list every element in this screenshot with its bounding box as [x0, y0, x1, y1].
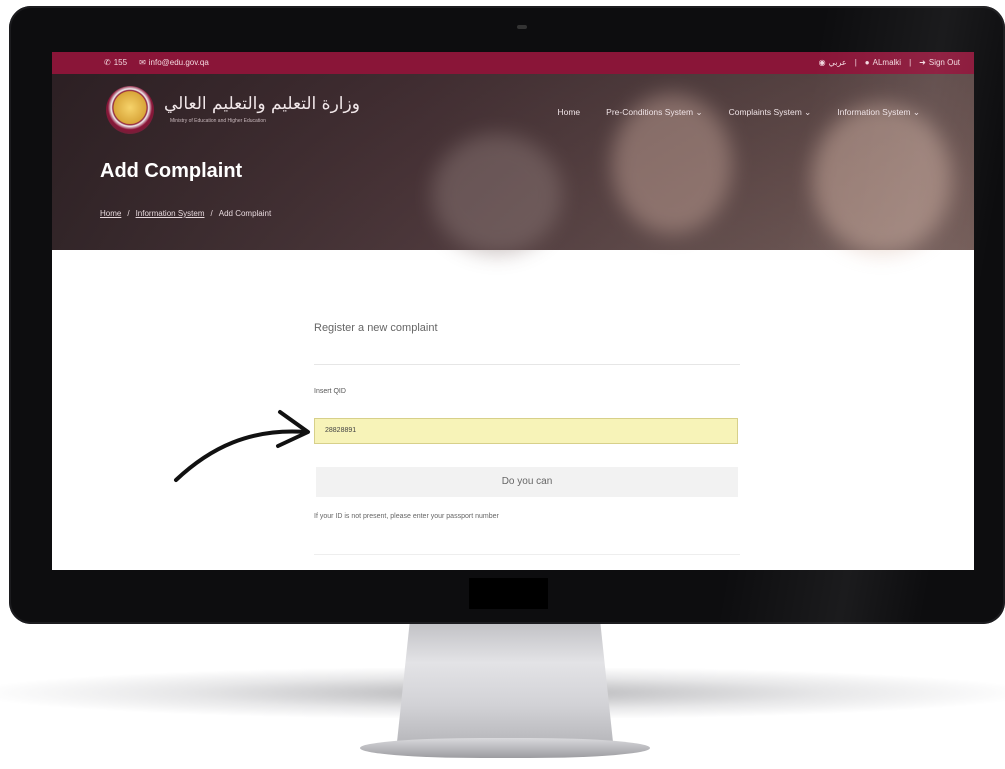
breadcrumb-current: Add Complaint: [218, 209, 272, 218]
background-photo: [432, 134, 562, 254]
breadcrumb-information-system[interactable]: Information System: [136, 209, 205, 218]
divider: [314, 364, 740, 365]
hero-banner: وزارة التعليم والتعليم العالي Ministry o…: [52, 74, 974, 254]
monitor-logo-placeholder: [469, 578, 548, 609]
divider: |: [854, 58, 857, 67]
camera-icon: [517, 25, 527, 29]
mail-icon: ✉: [139, 58, 146, 67]
qid-label: Insert QID: [314, 388, 346, 395]
divider: |: [909, 58, 912, 67]
ministry-logo[interactable]: [106, 86, 154, 134]
form-heading: Register a new complaint: [314, 322, 438, 334]
monitor-stand-base: [360, 738, 650, 758]
background-photo: [812, 104, 952, 254]
language-link[interactable]: ◉ عربي: [819, 58, 847, 67]
breadcrumb: Home / Information System / Add Complain…: [100, 209, 271, 218]
signout-icon: ➜: [919, 58, 926, 67]
qid-input[interactable]: 28828891: [314, 418, 738, 444]
breadcrumb-separator: /: [127, 209, 130, 218]
phone-link[interactable]: ✆ 155: [104, 58, 127, 67]
globe-icon: ◉: [818, 58, 826, 67]
logo-subtext: Ministry of Education and Higher Educati…: [170, 118, 266, 124]
monitor-stand: [397, 620, 613, 742]
nav-complaints[interactable]: Complaints System ⌄: [729, 107, 812, 118]
email-link[interactable]: ✉ info@edu.gov.qa: [139, 58, 209, 67]
page-title: Add Complaint: [100, 160, 243, 182]
signout-link[interactable]: ➜ Sign Out: [919, 58, 960, 67]
browser-screen: ✆ 155 ✉ info@edu.gov.qa ◉ عربي | ● ALmal…: [52, 52, 974, 570]
nav-pre-conditions[interactable]: Pre-Conditions System ⌄: [606, 107, 702, 118]
top-contact-bar: ✆ 155 ✉ info@edu.gov.qa ◉ عربي | ● ALmal…: [52, 52, 974, 74]
logo-text: وزارة التعليم والتعليم العالي: [164, 94, 360, 114]
divider: [314, 554, 740, 555]
nav-home[interactable]: Home: [557, 107, 580, 118]
passport-hint: If your ID is not present, please enter …: [314, 513, 499, 520]
phone-icon: ✆: [104, 58, 111, 67]
user-icon: ●: [864, 58, 870, 67]
main-nav: Home Pre-Conditions System ⌄ Complaints …: [557, 107, 920, 118]
submit-button[interactable]: Do you can: [316, 467, 738, 497]
nav-information[interactable]: Information System ⌄: [837, 107, 920, 118]
breadcrumb-home[interactable]: Home: [100, 209, 121, 218]
breadcrumb-separator: /: [210, 209, 213, 218]
annotation-arrow-icon: [174, 410, 310, 482]
user-link[interactable]: ● ALmalki: [865, 58, 901, 67]
